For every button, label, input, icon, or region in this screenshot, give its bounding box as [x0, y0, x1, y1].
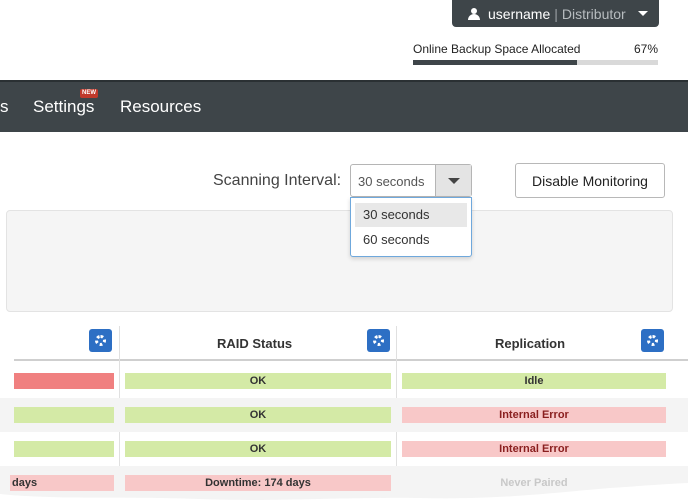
backup-space-fill: [413, 60, 578, 65]
info-panel: [6, 210, 673, 312]
scanning-interval-value: 30 seconds: [358, 174, 425, 189]
gear-icon[interactable]: [89, 329, 112, 352]
column-header-raid-status: RAID Status: [217, 336, 293, 351]
scanning-interval-dropdown: 30 seconds 60 seconds: [350, 197, 472, 257]
replication-cell: Internal Error: [402, 441, 666, 457]
backup-space-label: Online Backup Space Allocated: [413, 42, 581, 56]
option-30-seconds[interactable]: 30 seconds: [355, 203, 467, 227]
main-nav: s Settings NEW Resources: [0, 80, 688, 132]
new-badge: NEW: [80, 89, 98, 98]
table-header: RAID Status Replication: [14, 326, 688, 361]
replication-cell: Idle: [402, 373, 666, 389]
table-row: OK Internal Error: [0, 398, 688, 432]
gear-icon[interactable]: [367, 329, 390, 352]
status-cell: [14, 407, 114, 423]
backup-space-meter: Online Backup Space Allocated 67%: [413, 42, 658, 65]
raid-status-cell: OK: [125, 373, 391, 389]
user-icon: [468, 7, 480, 20]
caret-down-icon: [637, 11, 648, 16]
backup-space-track: [413, 60, 658, 65]
user-menu-separator: |: [554, 5, 558, 22]
nav-item-resources[interactable]: Resources: [120, 97, 201, 117]
triangle-down-icon: [448, 178, 460, 184]
table-row: OK Idle: [0, 364, 688, 398]
scanning-interval-select[interactable]: 30 seconds: [350, 164, 472, 197]
table-row: OK Internal Error: [0, 432, 688, 466]
backup-space-percent: 67%: [633, 42, 658, 56]
user-role-label: Distributor: [561, 5, 626, 22]
raid-status-cell: OK: [125, 407, 391, 423]
raid-status-cell: OK: [125, 441, 391, 457]
torn-edge-decoration: [0, 483, 688, 502]
option-60-seconds[interactable]: 60 seconds: [355, 228, 467, 252]
status-cell: [14, 441, 114, 457]
replication-cell: Internal Error: [402, 407, 666, 423]
status-cell: [14, 373, 114, 389]
select-toggle-button[interactable]: [435, 165, 471, 196]
nav-item-settings[interactable]: Settings: [33, 97, 94, 117]
nav-item-partial[interactable]: s: [0, 97, 9, 117]
gear-icon[interactable]: [641, 329, 664, 352]
user-menu[interactable]: username | Distributor: [452, 0, 659, 27]
scanning-interval-label: Scanning Interval:: [213, 172, 342, 189]
username-label: username: [488, 5, 551, 22]
disable-monitoring-button[interactable]: Disable Monitoring: [515, 163, 665, 198]
column-header-replication: Replication: [495, 336, 566, 351]
